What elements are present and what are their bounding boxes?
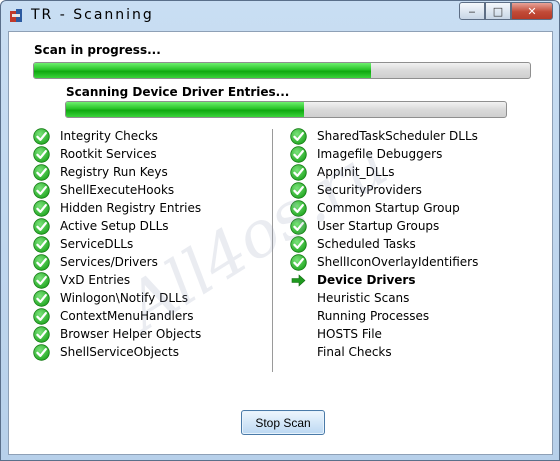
scan-window: TR - Scanning ‒ □ ✕ Scan in progress... …	[0, 0, 560, 461]
scan-item: Heuristic Scans	[290, 289, 478, 307]
scan-item: Running Processes	[290, 307, 478, 325]
scan-item-label: Browser Helper Objects	[60, 327, 202, 341]
scan-item: SharedTaskScheduler DLLs	[290, 127, 478, 145]
check-icon	[290, 253, 307, 271]
check-icon	[290, 145, 307, 163]
scan-item: Services/Drivers	[33, 253, 201, 271]
scan-item-label: Rootkit Services	[60, 147, 157, 161]
scan-item: ShellIconOverlayIdentifiers	[290, 253, 478, 271]
scan-item-label: Imagefile Debuggers	[317, 147, 443, 161]
close-icon: ✕	[527, 4, 537, 18]
check-icon	[33, 127, 50, 145]
maximize-icon: □	[492, 4, 504, 18]
minimize-icon: ‒	[468, 4, 476, 18]
scan-list-left: Integrity Checks Rootkit Services Regist…	[33, 127, 201, 361]
check-icon	[290, 163, 307, 181]
scan-item: Imagefile Debuggers	[290, 145, 478, 163]
scan-item-label: Scheduled Tasks	[317, 237, 416, 251]
check-icon	[290, 217, 307, 235]
app-icon	[9, 8, 25, 24]
check-icon	[33, 289, 50, 307]
check-icon	[290, 127, 307, 145]
check-icon	[33, 307, 50, 325]
scan-item: ShellExecuteHooks	[33, 181, 201, 199]
pending-icon	[290, 344, 307, 361]
scan-item-label: ServiceDLLs	[60, 237, 134, 251]
scan-item: Rootkit Services	[33, 145, 201, 163]
scan-item-label: Registry Run Keys	[60, 165, 168, 179]
scan-item: Final Checks	[290, 343, 478, 361]
scan-item-label: VxD Entries	[60, 273, 131, 287]
scan-item-label: AppInit_DLLs	[317, 165, 395, 179]
scan-item: HOSTS File	[290, 325, 478, 343]
scan-item: Device Drivers	[290, 271, 478, 289]
check-icon	[290, 199, 307, 217]
scan-item: Scheduled Tasks	[290, 235, 478, 253]
pending-icon	[290, 290, 307, 307]
check-icon	[33, 181, 50, 199]
scan-item: Browser Helper Objects	[33, 325, 201, 343]
scan-item-label: ShellExecuteHooks	[60, 183, 175, 197]
check-icon	[33, 199, 50, 217]
scan-item-label: Running Processes	[317, 309, 430, 323]
check-icon	[33, 325, 50, 343]
check-icon	[33, 217, 50, 235]
pending-icon	[290, 326, 307, 343]
scan-item: Integrity Checks	[33, 127, 201, 145]
task-progress-bar	[65, 101, 507, 118]
close-button[interactable]: ✕	[511, 2, 553, 20]
window-title: TR - Scanning	[31, 7, 154, 23]
check-icon	[33, 145, 50, 163]
scan-list-right: SharedTaskScheduler DLLs Imagefile Debug…	[290, 127, 478, 361]
scan-item-label: Hidden Registry Entries	[60, 201, 202, 215]
scan-item-label: Heuristic Scans	[317, 291, 410, 305]
check-icon	[33, 163, 50, 181]
scan-item: SecurityProviders	[290, 181, 478, 199]
scan-item-label: User Startup Groups	[317, 219, 440, 233]
minimize-button[interactable]: ‒	[459, 2, 485, 20]
scan-item-label: Active Setup DLLs	[60, 219, 169, 233]
scan-item-label: SharedTaskScheduler DLLs	[317, 129, 478, 143]
scan-item-label: Integrity Checks	[60, 129, 158, 143]
scan-item: Common Startup Group	[290, 199, 478, 217]
scan-item-label: SecurityProviders	[317, 183, 422, 197]
client-area: Scan in progress... Scanning Device Driv…	[8, 31, 553, 455]
scan-item: ShellServiceObjects	[33, 343, 201, 361]
scan-item: AppInit_DLLs	[290, 163, 478, 181]
scan-item-label: Services/Drivers	[60, 255, 158, 269]
check-icon	[33, 343, 50, 361]
maximize-button[interactable]: □	[485, 2, 511, 20]
overall-progress-bar	[33, 62, 531, 79]
check-icon	[290, 235, 307, 253]
scan-item: Hidden Registry Entries	[33, 199, 201, 217]
scan-item: Active Setup DLLs	[33, 217, 201, 235]
scan-item-label: Common Startup Group	[317, 201, 460, 215]
scan-item: Registry Run Keys	[33, 163, 201, 181]
scan-item-label: Device Drivers	[317, 273, 416, 287]
scan-status-label: Scan in progress...	[34, 43, 161, 57]
scan-item: Winlogon\Notify DLLs	[33, 289, 201, 307]
task-progress-fill	[66, 102, 304, 117]
scan-item-label: Winlogon\Notify DLLs	[60, 291, 188, 305]
scan-item: User Startup Groups	[290, 217, 478, 235]
check-icon	[33, 271, 50, 289]
check-icon	[33, 253, 50, 271]
overall-progress-fill	[34, 63, 372, 78]
pending-icon	[290, 308, 307, 325]
scan-item-label: Final Checks	[317, 345, 392, 359]
stop-scan-button[interactable]: Stop Scan	[241, 410, 325, 435]
title-bar[interactable]: TR - Scanning ‒ □ ✕	[1, 1, 559, 31]
scan-item-label: HOSTS File	[317, 327, 382, 341]
scan-item-label: ContextMenuHandlers	[60, 309, 194, 323]
scan-item: VxD Entries	[33, 271, 201, 289]
scan-item-label: ShellServiceObjects	[60, 345, 179, 359]
scan-item-label: ShellIconOverlayIdentifiers	[317, 255, 479, 269]
arrow-right-icon	[290, 272, 307, 289]
check-icon	[33, 235, 50, 253]
current-task-label: Scanning Device Driver Entries...	[66, 85, 290, 99]
scan-item: ContextMenuHandlers	[33, 307, 201, 325]
scan-item: ServiceDLLs	[33, 235, 201, 253]
check-icon	[290, 181, 307, 199]
column-divider	[272, 129, 273, 372]
